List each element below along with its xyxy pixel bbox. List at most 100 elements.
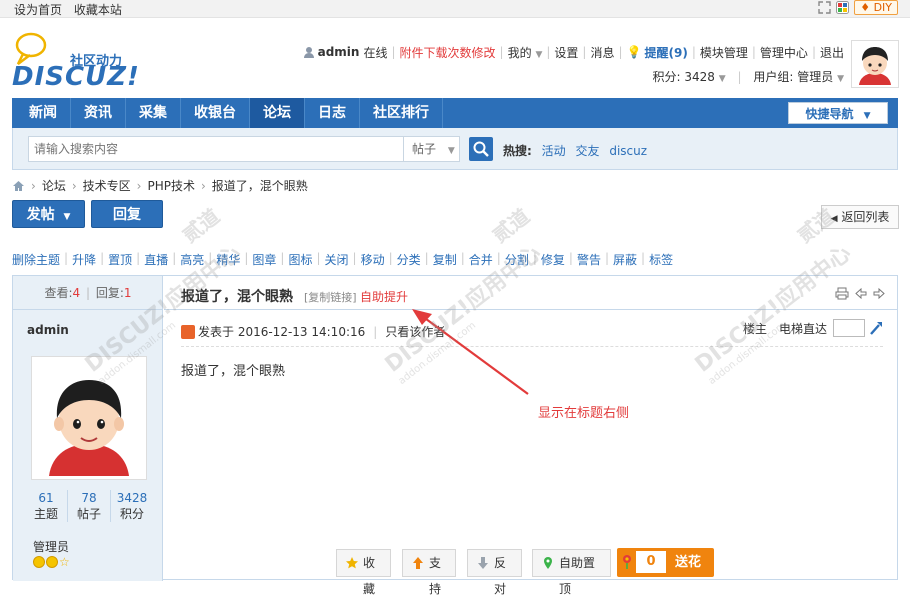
hot-word[interactable]: 交友 (575, 144, 599, 158)
moderation-action[interactable]: 分割 (505, 251, 529, 268)
support-button[interactable]: 支持 (402, 549, 456, 596)
post-floor: 楼主 电梯直达 (743, 319, 883, 337)
quick-nav-button[interactable]: 快捷导航 ▼ (788, 102, 888, 124)
attachment-download-link[interactable]: 附件下载次数修改 (400, 44, 496, 61)
jump-go-icon[interactable] (869, 321, 883, 335)
nav-item-forum[interactable]: 论坛 (250, 98, 305, 128)
credits-stat[interactable]: 3428 积分 (111, 490, 153, 522)
moderation-action[interactable]: 警告 (577, 251, 601, 268)
nav-item-info[interactable]: 资讯 (71, 98, 126, 128)
replies-label: 回复: (95, 286, 124, 300)
bookmark-site-link[interactable]: 收藏本站 (74, 3, 122, 17)
moderation-action[interactable]: 关闭 (325, 251, 349, 268)
moderation-action[interactable]: 删除主题 (12, 251, 60, 268)
moderation-action[interactable]: 合并 (469, 251, 493, 268)
nav-item-ranking[interactable]: 社区排行 (360, 98, 443, 128)
user-bar: admin 在线 | 附件下载次数修改 | 我的 ▼ | 设置 | 消息 | 💡… (303, 43, 844, 61)
reply-button[interactable]: 回复 (91, 200, 163, 228)
moderation-action[interactable]: 图章 (252, 251, 276, 268)
search-button[interactable] (469, 137, 493, 161)
moderation-separator: | (496, 251, 501, 265)
search-input[interactable] (28, 136, 404, 162)
threads-stat[interactable]: 61 主题 (25, 490, 68, 522)
moderation-separator: | (641, 251, 646, 265)
moderation-action[interactable]: 直播 (144, 251, 168, 268)
post-time: 发表于 2016-12-13 14:10:16 (198, 325, 366, 339)
moderation-action[interactable]: 升降 (72, 251, 96, 268)
breadcrumb: › 论坛 › 技术专区 › PHP技术 › 报道了，混个眼熟 (12, 177, 308, 194)
fullscreen-icon[interactable] (818, 1, 831, 14)
reminders-link[interactable]: 提醒(9) (644, 44, 687, 61)
author-stats: 61 主题 78 帖子 3428 积分 (25, 490, 153, 522)
hot-word[interactable]: 活动 (542, 144, 566, 158)
back-to-list-button[interactable]: ◀ 返回列表 (821, 205, 899, 229)
favorite-button[interactable]: 收藏 (336, 549, 391, 596)
online-author-icon (181, 324, 195, 339)
nav-item-cashier[interactable]: 收银台 (181, 98, 250, 128)
floor-jump-input[interactable] (833, 319, 865, 337)
usergroup-menu[interactable]: 用户组: 管理员 ▼ (753, 70, 844, 84)
print-icon[interactable] (835, 287, 849, 300)
breadcrumb-thread[interactable]: 报道了，混个眼熟 (212, 177, 308, 194)
author-avatar[interactable] (31, 356, 147, 480)
block-admin-link[interactable]: 模块管理 (700, 44, 748, 61)
diy-button[interactable]: ♦ DIY (854, 0, 898, 15)
search-type-label: 帖子 (412, 142, 437, 156)
logo-bubble-icon (15, 32, 47, 65)
logout-link[interactable]: 退出 (820, 44, 844, 61)
moderation-action[interactable]: 分类 (397, 251, 421, 268)
self-stick-button[interactable]: 自助置顶 (532, 549, 611, 596)
moderation-action[interactable]: 修复 (541, 251, 565, 268)
moderation-action[interactable]: 置顶 (108, 251, 132, 268)
location-pin-icon (544, 557, 552, 569)
author-sidebar: 查看:4 | 回复:1 admin 61 主题 78 帖子 3428 积分 管理员 (13, 276, 163, 581)
chevron-down-icon: ▼ (863, 111, 871, 121)
moderation-action[interactable]: 高亮 (180, 251, 204, 268)
next-thread-icon[interactable] (873, 287, 885, 300)
moderation-action[interactable]: 图标 (288, 251, 312, 268)
thread-title: 报道了，混个眼熟 (181, 289, 293, 305)
my-menu[interactable]: 我的 ▼ (508, 44, 543, 61)
site-logo[interactable]: 社区动力 DISCUZ! (12, 32, 142, 92)
author-name[interactable]: admin (27, 323, 69, 337)
messages-link[interactable]: 消息 (590, 44, 614, 61)
main-nav: 新闻 资讯 采集 收银台 论坛 日志 社区排行 快捷导航 ▼ (12, 98, 898, 128)
user-avatar[interactable] (851, 40, 899, 88)
oppose-button[interactable]: 反对 (467, 549, 522, 596)
medal-icons: ☆ (33, 556, 70, 568)
logo-brand: DISCUZ! (12, 62, 140, 92)
author-group[interactable]: 管理员 (33, 538, 69, 555)
search-type-select[interactable]: 帖子 ▼ (404, 136, 460, 162)
breadcrumb-php[interactable]: PHP技术 (147, 177, 195, 194)
settings-link[interactable]: 设置 (554, 44, 578, 61)
moderation-action[interactable]: 精华 (216, 251, 240, 268)
nav-item-collect[interactable]: 采集 (126, 98, 181, 128)
online-status: 在线 (363, 45, 388, 60)
moderation-action[interactable]: 标签 (649, 251, 673, 268)
posts-stat[interactable]: 78 帖子 (68, 490, 111, 522)
nav-item-blog[interactable]: 日志 (305, 98, 360, 128)
new-post-button[interactable]: 发帖 ▼ (12, 200, 85, 228)
send-flower-button[interactable]: 0 送花 (617, 548, 714, 577)
moderation-action[interactable]: 屏蔽 (613, 251, 637, 268)
admin-center-link[interactable]: 管理中心 (760, 44, 808, 61)
set-homepage-link[interactable]: 设为首页 (14, 3, 62, 17)
smiley-medal-icon (33, 556, 45, 568)
moderation-separator: | (208, 251, 213, 265)
nav-item-news[interactable]: 新闻 (16, 98, 71, 128)
breadcrumb-tech-zone[interactable]: 技术专区 (83, 177, 131, 194)
style-palette-icon[interactable] (836, 1, 850, 14)
moderation-action[interactable]: 复制 (433, 251, 457, 268)
home-icon[interactable] (12, 180, 25, 192)
username-link[interactable]: admin (318, 45, 360, 59)
user-icon (303, 47, 314, 58)
views-count: 4 (72, 286, 81, 300)
credits-menu[interactable]: 积分: 3428 ▼ (653, 70, 726, 84)
moderation-separator: | (244, 251, 249, 265)
moderation-action[interactable]: 移动 (361, 251, 385, 268)
diy-label: DIY (873, 1, 892, 14)
breadcrumb-forum[interactable]: 论坛 (42, 177, 66, 194)
hot-word[interactable]: discuz (609, 144, 647, 158)
copy-link-button[interactable]: [复制链接] (304, 289, 357, 305)
prev-thread-icon[interactable] (855, 287, 867, 300)
